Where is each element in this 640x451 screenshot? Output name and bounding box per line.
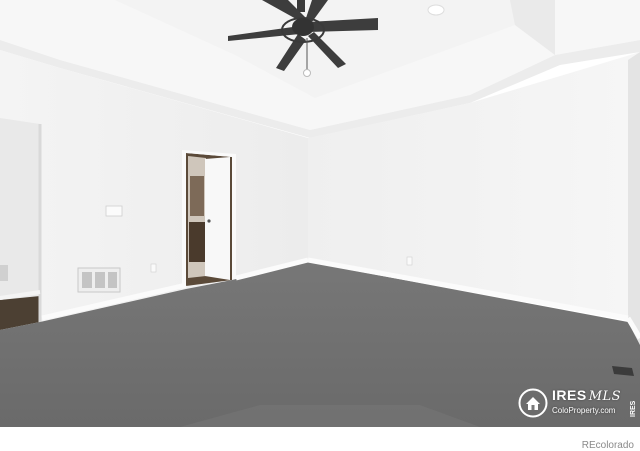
bath-door [205, 157, 230, 280]
house-seal-icon [518, 388, 548, 418]
listing-watermark: IRES MLS ColoProperty.com IRES [516, 386, 638, 420]
watermark-brand: IRES MLS [552, 387, 622, 404]
watermark-url: ColoProperty.com [552, 406, 616, 415]
footer-bar: REcolorado [0, 427, 640, 451]
footer-credit: REcolorado [581, 440, 634, 451]
room-photo: IRES MLS ColoProperty.com IRES [0, 0, 640, 427]
right-side-wall [628, 52, 640, 345]
bath-mirror [190, 176, 204, 216]
recessed-light [427, 4, 445, 16]
bath-cabinet [189, 222, 205, 262]
outlet-left [150, 263, 157, 273]
watermark-brand-script: MLS [588, 389, 622, 404]
light-switch [105, 205, 123, 217]
left-room-vent [0, 265, 8, 281]
watermark-side-text: IRES [630, 400, 637, 417]
room-illustration [0, 0, 640, 427]
svg-text:IRES: IRES [630, 400, 637, 417]
door-knob [207, 219, 211, 223]
outlet-right [406, 256, 413, 266]
